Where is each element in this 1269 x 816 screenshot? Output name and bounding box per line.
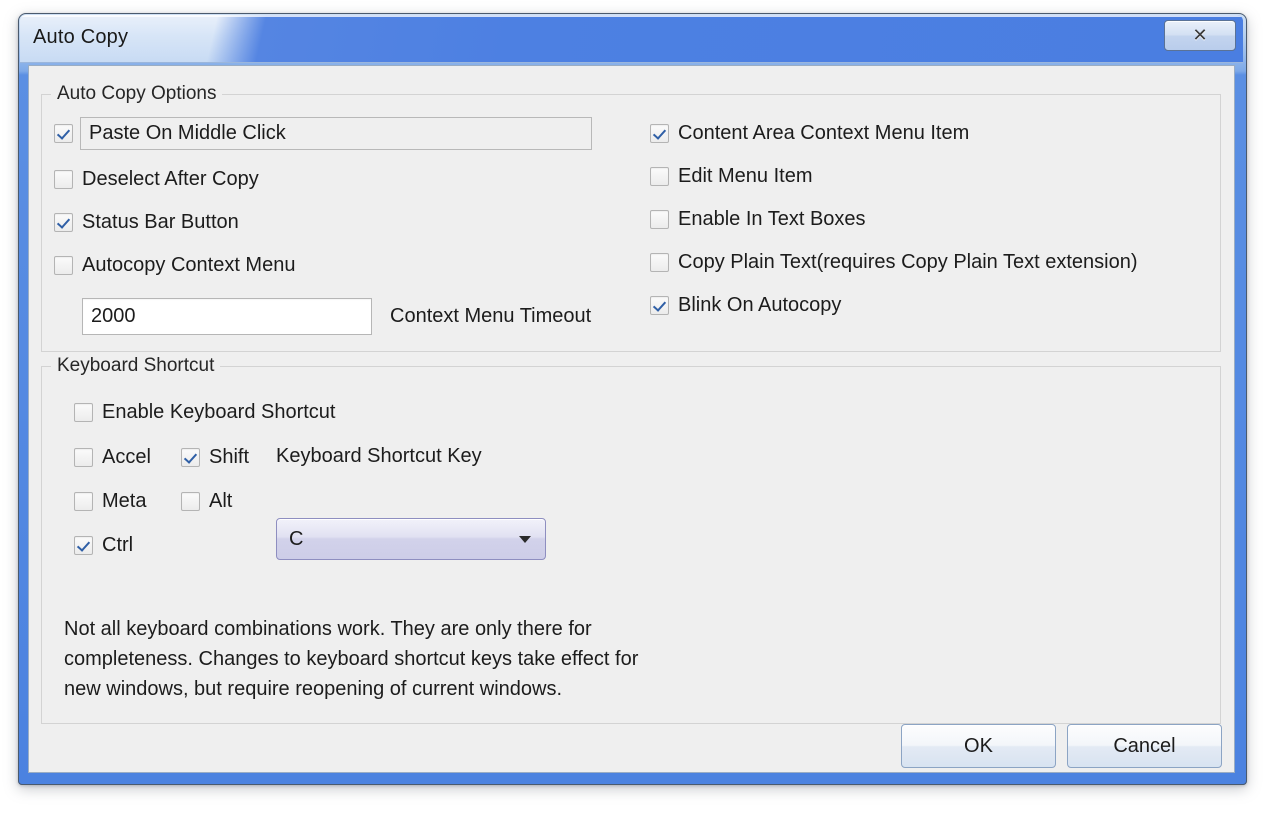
checkbox-deselect-after-copy[interactable]: Deselect After Copy [54,168,259,190]
ok-button[interactable]: OK [901,724,1056,768]
checkbox-icon[interactable] [650,295,669,315]
title-bar-highlight [20,15,1243,17]
auto-copy-options-group: Auto Copy Options Paste On Middle Click … [41,83,1221,352]
checkbox-label: Deselect After Copy [82,168,259,190]
checkbox-label: Enable Keyboard Shortcut [102,401,336,423]
checkbox-icon[interactable] [181,491,200,511]
close-button[interactable]: ✕ [1164,20,1236,51]
checkbox-alt[interactable]: Alt [181,490,232,512]
checkbox-label: Content Area Context Menu Item [678,122,970,144]
checkbox-label: Enable In Text Boxes [678,208,866,230]
checkbox-label: Edit Menu Item [678,165,813,187]
checkbox-content-area-context-menu-item[interactable]: Content Area Context Menu Item [650,122,969,144]
checkbox-blink-on-autocopy[interactable]: Blink On Autocopy [650,294,841,316]
checkbox-meta[interactable]: Meta [74,490,146,512]
checkbox-ctrl[interactable]: Ctrl [74,534,133,556]
checkbox-label: Accel [102,446,151,468]
checkbox-icon[interactable] [74,402,93,422]
title-bar: Auto Copy ✕ [20,15,1243,63]
cancel-button[interactable]: Cancel [1067,724,1222,768]
checkbox-shift[interactable]: Shift [181,446,249,468]
checkbox-autocopy-context-menu[interactable]: Autocopy Context Menu [54,254,295,276]
checkbox-icon[interactable] [650,252,669,272]
dialog-client-area: Auto Copy Options Paste On Middle Click … [28,65,1235,773]
checkbox-icon[interactable] [54,212,73,232]
keyboard-shortcut-key-select[interactable]: C [276,518,546,560]
checkbox-label: Paste On Middle Click [80,117,592,150]
checkbox-accel[interactable]: Accel [74,446,151,468]
checkbox-icon[interactable] [650,166,669,186]
keyboard-shortcut-key-label: Keyboard Shortcut Key [276,445,482,467]
close-icon: ✕ [1192,24,1208,46]
keyboard-shortcut-legend: Keyboard Shortcut [51,355,221,377]
checkbox-label: Status Bar Button [82,211,239,233]
checkbox-icon[interactable] [74,447,93,467]
checkbox-edit-menu-item[interactable]: Edit Menu Item [650,165,813,187]
checkbox-icon[interactable] [54,255,73,275]
keyboard-shortcut-key-value: C [289,527,304,550]
checkbox-label: Meta [102,490,147,512]
checkbox-label: Autocopy Context Menu [82,254,296,276]
checkbox-label: Blink On Autocopy [678,294,842,316]
title-bar-gradient [20,15,1243,62]
checkbox-icon[interactable] [181,447,200,467]
auto-copy-dialog-window: Auto Copy ✕ Auto Copy Options Paste On M… [18,13,1247,785]
checkbox-enable-keyboard-shortcut[interactable]: Enable Keyboard Shortcut [74,401,336,423]
checkbox-icon[interactable] [54,124,73,143]
checkbox-copy-plain-text[interactable]: Copy Plain Text(requires Copy Plain Text… [650,251,1138,273]
checkbox-icon[interactable] [54,169,73,189]
checkbox-label: Alt [209,490,233,512]
checkbox-icon[interactable] [74,491,93,511]
auto-copy-options-legend: Auto Copy Options [51,83,223,105]
checkbox-status-bar-button[interactable]: Status Bar Button [54,211,239,233]
context-menu-timeout-input[interactable]: 2000 [82,298,372,335]
window-title: Auto Copy [33,26,129,48]
desktop-background: Auto Copy ✕ Auto Copy Options Paste On M… [0,0,1269,816]
checkbox-icon[interactable] [650,209,669,229]
checkbox-paste-on-middle-click[interactable]: Paste On Middle Click [54,117,592,150]
keyboard-shortcut-note: Not all keyboard combinations work. They… [64,618,639,700]
checkbox-enable-in-text-boxes[interactable]: Enable In Text Boxes [650,208,866,230]
checkbox-label: Ctrl [102,534,134,556]
checkbox-label: Shift [209,446,250,468]
context-menu-timeout-label: Context Menu Timeout [390,305,592,327]
checkbox-icon[interactable] [74,535,93,555]
checkbox-label: Copy Plain Text(requires Copy Plain Text… [678,251,1138,273]
checkbox-icon[interactable] [650,123,669,143]
chevron-down-icon[interactable] [519,535,531,543]
